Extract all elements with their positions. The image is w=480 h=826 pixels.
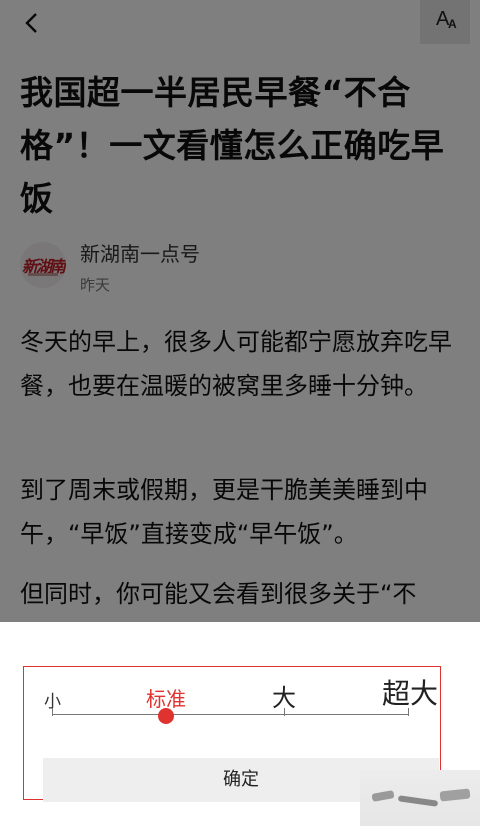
ink-stroke	[439, 788, 471, 802]
corner-decoration	[360, 770, 480, 826]
font-size-slider-track[interactable]	[52, 714, 409, 715]
ink-stroke	[397, 795, 439, 807]
font-size-slider-knob[interactable]	[158, 708, 174, 724]
ink-stroke	[371, 790, 395, 802]
font-option-large[interactable]: 大	[272, 678, 296, 713]
font-option-extra-large[interactable]: 超大	[382, 672, 438, 712]
modal-overlay[interactable]	[0, 0, 480, 622]
font-option-small[interactable]: 小	[44, 687, 61, 712]
